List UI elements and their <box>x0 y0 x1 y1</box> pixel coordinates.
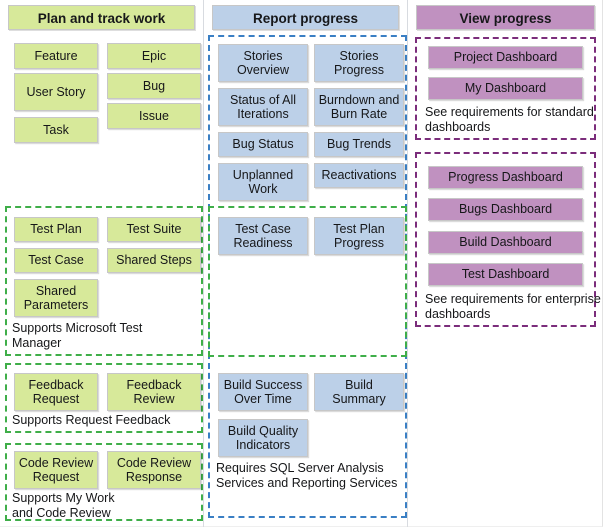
node-shared-parameters[interactable]: Shared Parameters <box>14 279 98 317</box>
node-issue[interactable]: Issue <box>107 103 201 129</box>
node-progress-dashboard[interactable]: Progress Dashboard <box>428 166 583 189</box>
caption-supports-request-feedback: Supports Request Feedback <box>12 413 171 427</box>
node-user-story[interactable]: User Story <box>14 73 98 111</box>
node-build-quality-indicators[interactable]: Build Quality Indicators <box>218 419 308 457</box>
node-burndown-and-burn-rate[interactable]: Burndown and Burn Rate <box>314 88 404 126</box>
node-reactivations[interactable]: Reactivations <box>314 163 404 188</box>
node-feedback-review[interactable]: Feedback Review <box>107 373 201 411</box>
node-build-summary[interactable]: Build Summary <box>314 373 404 411</box>
column-view-progress: View progress Project Dashboard My Dashb… <box>408 0 603 527</box>
column-plan-and-track-work: Plan and track work Feature Epic User St… <box>0 0 204 527</box>
caption-supports-microsoft-test-manager: Supports Microsoft Test Manager <box>12 321 143 350</box>
node-stories-overview[interactable]: Stories Overview <box>218 44 308 82</box>
node-bug-status[interactable]: Bug Status <box>218 132 308 157</box>
node-code-review-response[interactable]: Code Review Response <box>107 451 201 489</box>
node-feature[interactable]: Feature <box>14 43 98 69</box>
caption-enterprise-dashboards: See requirements for enterprise dashboar… <box>425 292 601 321</box>
node-task[interactable]: Task <box>14 117 98 143</box>
node-stories-progress[interactable]: Stories Progress <box>314 44 404 82</box>
node-status-of-all-iterations[interactable]: Status of All Iterations <box>218 88 308 126</box>
column-header-plan-and-track-work: Plan and track work <box>8 5 195 30</box>
node-test-dashboard[interactable]: Test Dashboard <box>428 263 583 286</box>
node-test-case[interactable]: Test Case <box>14 248 98 273</box>
node-test-suite[interactable]: Test Suite <box>107 217 201 242</box>
caption-supports-my-work-and-code-review: Supports My Work and Code Review <box>12 491 115 520</box>
caption-standard-dashboards: See requirements for standard dashboards <box>425 105 594 134</box>
node-test-plan-progress[interactable]: Test Plan Progress <box>314 217 404 255</box>
column-header-view-progress: View progress <box>416 5 595 30</box>
node-shared-steps[interactable]: Shared Steps <box>107 248 201 273</box>
capability-map-diagram: Plan and track work Feature Epic User St… <box>0 0 603 527</box>
node-unplanned-work[interactable]: Unplanned Work <box>218 163 308 201</box>
node-build-dashboard[interactable]: Build Dashboard <box>428 231 583 254</box>
node-bug[interactable]: Bug <box>107 73 201 99</box>
node-epic[interactable]: Epic <box>107 43 201 69</box>
column-report-progress: Report progress Stories Overview Stories… <box>204 0 408 527</box>
node-test-case-readiness[interactable]: Test Case Readiness <box>218 217 308 255</box>
node-bug-trends[interactable]: Bug Trends <box>314 132 404 157</box>
column-header-report-progress: Report progress <box>212 5 399 30</box>
node-build-success-over-time[interactable]: Build Success Over Time <box>218 373 308 411</box>
node-feedback-request[interactable]: Feedback Request <box>14 373 98 411</box>
node-code-review-request[interactable]: Code Review Request <box>14 451 98 489</box>
node-project-dashboard[interactable]: Project Dashboard <box>428 46 583 69</box>
node-bugs-dashboard[interactable]: Bugs Dashboard <box>428 198 583 221</box>
node-my-dashboard[interactable]: My Dashboard <box>428 77 583 100</box>
caption-requires-sql-server: Requires SQL Server Analysis Services an… <box>216 461 398 490</box>
node-test-plan[interactable]: Test Plan <box>14 217 98 242</box>
